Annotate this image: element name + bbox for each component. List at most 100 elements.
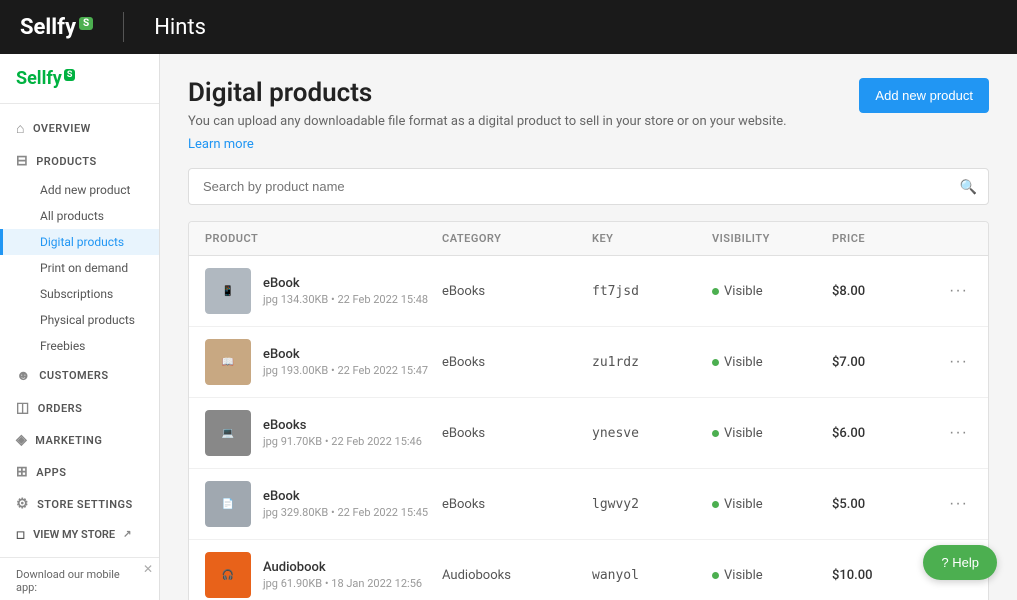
table-row: 💻 eBooks jpg 91.70KB • 22 Feb 2022 15:46…: [189, 398, 988, 469]
category-cell-1: eBooks: [442, 355, 592, 370]
more-actions-button-0[interactable]: ···: [945, 278, 972, 304]
products-table: Product Category Key Visibility Price 📱 …: [188, 221, 989, 600]
sidebar-sub-subscriptions[interactable]: Subscriptions: [0, 281, 159, 307]
price-cell-1: $7.00: [832, 355, 932, 370]
product-thumbnail-1: 📖: [205, 339, 251, 385]
store-settings-icon: ⚙: [16, 496, 29, 512]
more-actions-button-3[interactable]: ···: [945, 491, 972, 517]
price-cell-2: $6.00: [832, 426, 932, 441]
th-key: Key: [592, 232, 712, 245]
sidebar-sub-physical-products[interactable]: Physical products: [0, 307, 159, 333]
visibility-dot-2: [712, 430, 719, 437]
product-name-3: eBook: [263, 489, 428, 504]
sidebar-sub-print-on-demand[interactable]: Print on demand: [0, 255, 159, 281]
main-layout: SellfyS ⌂ Overview ⊟ Products Add new pr…: [0, 54, 1017, 600]
more-actions-button-1[interactable]: ···: [945, 349, 972, 375]
table-row: 📖 eBook jpg 193.00KB • 22 Feb 2022 15:47…: [189, 327, 988, 398]
help-button[interactable]: ? Help: [923, 545, 997, 580]
close-mobile-section-button[interactable]: ✕: [143, 562, 153, 576]
sidebar-item-store-settings-label: Store Settings: [37, 498, 133, 511]
header-logo: SellfyS: [20, 15, 93, 40]
customers-icon: ☻: [16, 367, 31, 384]
mobile-app-text: Download our mobile app:: [16, 568, 143, 594]
sidebar-item-apps-label: Apps: [36, 466, 66, 479]
key-cell-1: zu1rdz: [592, 355, 712, 370]
product-thumbnail-2: 💻: [205, 410, 251, 456]
sidebar-logo: SellfyS: [16, 68, 143, 89]
sidebar-item-overview-label: Overview: [33, 122, 91, 135]
sidebar-sub-add-new-product[interactable]: Add new product: [0, 177, 159, 203]
visibility-dot-4: [712, 572, 719, 579]
sidebar-item-orders[interactable]: ◫ Orders: [0, 392, 159, 424]
category-cell-0: eBooks: [442, 284, 592, 299]
th-category: Category: [442, 232, 592, 245]
products-icon: ⊟: [16, 153, 28, 169]
actions-cell-1: ···: [932, 349, 972, 375]
product-meta-0: jpg 134.30KB • 22 Feb 2022 15:48: [263, 293, 428, 306]
sidebar-sub-freebies[interactable]: Freebies: [0, 333, 159, 359]
sidebar-logo-area: SellfyS: [0, 54, 159, 104]
add-product-button[interactable]: Add new product: [859, 78, 989, 113]
sidebar-item-apps[interactable]: ⊞ Apps: [0, 456, 159, 488]
header-divider: [123, 12, 124, 42]
more-actions-button-2[interactable]: ···: [945, 420, 972, 446]
actions-cell-3: ···: [932, 491, 972, 517]
sidebar-item-products[interactable]: ⊟ Products: [0, 145, 159, 177]
sidebar-sub-digital-products[interactable]: Digital products: [0, 229, 159, 255]
page-header: Digital products You can upload any down…: [188, 78, 989, 152]
header-title: Hints: [154, 15, 206, 40]
category-cell-3: eBooks: [442, 497, 592, 512]
product-cell-3: 📄 eBook jpg 329.80KB • 22 Feb 2022 15:45: [205, 481, 442, 527]
table-row: 📄 eBook jpg 329.80KB • 22 Feb 2022 15:45…: [189, 469, 988, 540]
visibility-dot-3: [712, 501, 719, 508]
product-name-4: Audiobook: [263, 560, 422, 575]
table-header: Product Category Key Visibility Price: [189, 222, 988, 256]
search-input[interactable]: [188, 168, 989, 205]
product-info-3: eBook jpg 329.80KB • 22 Feb 2022 15:45: [263, 489, 428, 519]
product-name-0: eBook: [263, 276, 428, 291]
sidebar-item-marketing[interactable]: ◈ Marketing: [0, 424, 159, 456]
visibility-cell-2: Visible: [712, 426, 832, 441]
product-info-4: Audiobook jpg 61.90KB • 18 Jan 2022 12:5…: [263, 560, 422, 590]
category-cell-2: eBooks: [442, 426, 592, 441]
top-header: SellfyS Hints: [0, 0, 1017, 54]
sidebar-sub-all-products[interactable]: All products: [0, 203, 159, 229]
search-button[interactable]: 🔍: [960, 178, 977, 195]
sidebar-item-marketing-label: Marketing: [35, 434, 102, 447]
sidebar-item-store-settings[interactable]: ⚙ Store Settings: [0, 488, 159, 520]
sidebar-logo-text: Sellfy: [16, 68, 62, 89]
visibility-dot-0: [712, 288, 719, 295]
table-row: 📱 eBook jpg 134.30KB • 22 Feb 2022 15:48…: [189, 256, 988, 327]
product-info-1: eBook jpg 193.00KB • 22 Feb 2022 15:47: [263, 347, 428, 377]
sidebar: SellfyS ⌂ Overview ⊟ Products Add new pr…: [0, 54, 160, 600]
product-cell-1: 📖 eBook jpg 193.00KB • 22 Feb 2022 15:47: [205, 339, 442, 385]
sidebar-item-products-label: Products: [36, 155, 96, 168]
sidebar-nav-section: ⌂ Overview ⊟ Products Add new product Al…: [0, 104, 159, 557]
sidebar-item-customers-label: Customers: [39, 369, 108, 382]
product-meta-1: jpg 193.00KB • 22 Feb 2022 15:47: [263, 364, 428, 377]
product-cell-2: 💻 eBooks jpg 91.70KB • 22 Feb 2022 15:46: [205, 410, 442, 456]
th-product: Product: [205, 232, 442, 245]
product-name-2: eBooks: [263, 418, 422, 433]
table-row: 🎧 Audiobook jpg 61.90KB • 18 Jan 2022 12…: [189, 540, 988, 600]
sidebar-item-overview[interactable]: ⌂ Overview: [0, 112, 159, 145]
sidebar-item-customers[interactable]: ☻ Customers: [0, 359, 159, 392]
product-thumbnail-0: 📱: [205, 268, 251, 314]
category-cell-4: Audiobooks: [442, 568, 592, 583]
product-info-2: eBooks jpg 91.70KB • 22 Feb 2022 15:46: [263, 418, 422, 448]
visibility-cell-1: Visible: [712, 355, 832, 370]
sidebar-logo-badge: S: [64, 69, 76, 81]
product-meta-4: jpg 61.90KB • 18 Jan 2022 12:56: [263, 577, 422, 590]
learn-more-link[interactable]: Learn more: [188, 137, 254, 152]
product-thumbnail-4: 🎧: [205, 552, 251, 598]
price-cell-0: $8.00: [832, 284, 932, 299]
sidebar-item-view-store[interactable]: ◻ View my store ↗: [0, 520, 159, 549]
product-meta-3: jpg 329.80KB • 22 Feb 2022 15:45: [263, 506, 428, 519]
store-icon: ◻: [16, 528, 25, 541]
header-logo-area: SellfyS Hints: [20, 12, 206, 42]
product-info-0: eBook jpg 134.30KB • 22 Feb 2022 15:48: [263, 276, 428, 306]
overview-icon: ⌂: [16, 120, 25, 137]
visibility-cell-4: Visible: [712, 568, 832, 583]
key-cell-4: wanyol: [592, 568, 712, 583]
view-store-label: View my store: [33, 528, 115, 541]
